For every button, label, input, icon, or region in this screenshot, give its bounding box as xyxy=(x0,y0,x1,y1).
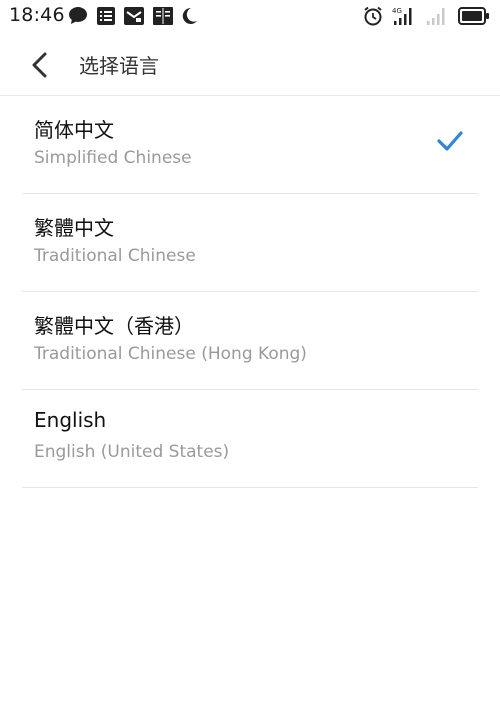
status-time: 18:46 xyxy=(9,4,65,26)
page-title: 选择语言 xyxy=(79,54,159,78)
language-name: 繁體中文 xyxy=(34,216,114,240)
language-item-traditional-chinese-hong-kong[interactable]: 繁體中文（香港） Traditional Chinese (Hong Kong) xyxy=(22,292,478,390)
checkmark-icon xyxy=(437,131,463,151)
language-name: English xyxy=(34,408,107,432)
language-name: 繁體中文（香港） xyxy=(34,314,194,338)
language-subtitle: Simplified Chinese xyxy=(34,148,192,168)
language-subtitle: Traditional Chinese (Hong Kong) xyxy=(34,344,307,364)
battery-icon xyxy=(458,7,489,25)
list-icon xyxy=(97,6,115,25)
language-item-english[interactable]: English English (United States) xyxy=(22,390,478,488)
header: 选择语言 xyxy=(0,32,500,96)
mail-icon xyxy=(124,6,144,25)
moon-icon xyxy=(182,7,197,24)
language-item-simplified-chinese[interactable]: 简体中文 Simplified Chinese xyxy=(22,96,478,194)
book-icon xyxy=(153,6,173,25)
language-item-traditional-chinese[interactable]: 繁體中文 Traditional Chinese xyxy=(22,194,478,292)
language-subtitle: English (United States) xyxy=(34,442,230,462)
back-button[interactable] xyxy=(24,48,54,82)
signal-icon xyxy=(427,8,445,25)
status-bar: 18:46 4G xyxy=(0,0,500,32)
language-subtitle: Traditional Chinese xyxy=(34,246,196,266)
alarm-icon xyxy=(364,6,382,26)
status-left-icons xyxy=(68,6,198,25)
screen: 18:46 4G 选择语言 简体中文 Simplified Chinese 繁體… xyxy=(0,0,500,711)
message-icon xyxy=(69,7,87,24)
signal-4g-icon: 4G xyxy=(392,7,412,25)
language-list: 简体中文 Simplified Chinese 繁體中文 Traditional… xyxy=(22,96,478,488)
status-right-icons: 4G xyxy=(363,6,490,26)
chevron-left-icon xyxy=(32,52,47,78)
network-label: 4G xyxy=(392,7,402,15)
language-name: 简体中文 xyxy=(34,118,114,142)
